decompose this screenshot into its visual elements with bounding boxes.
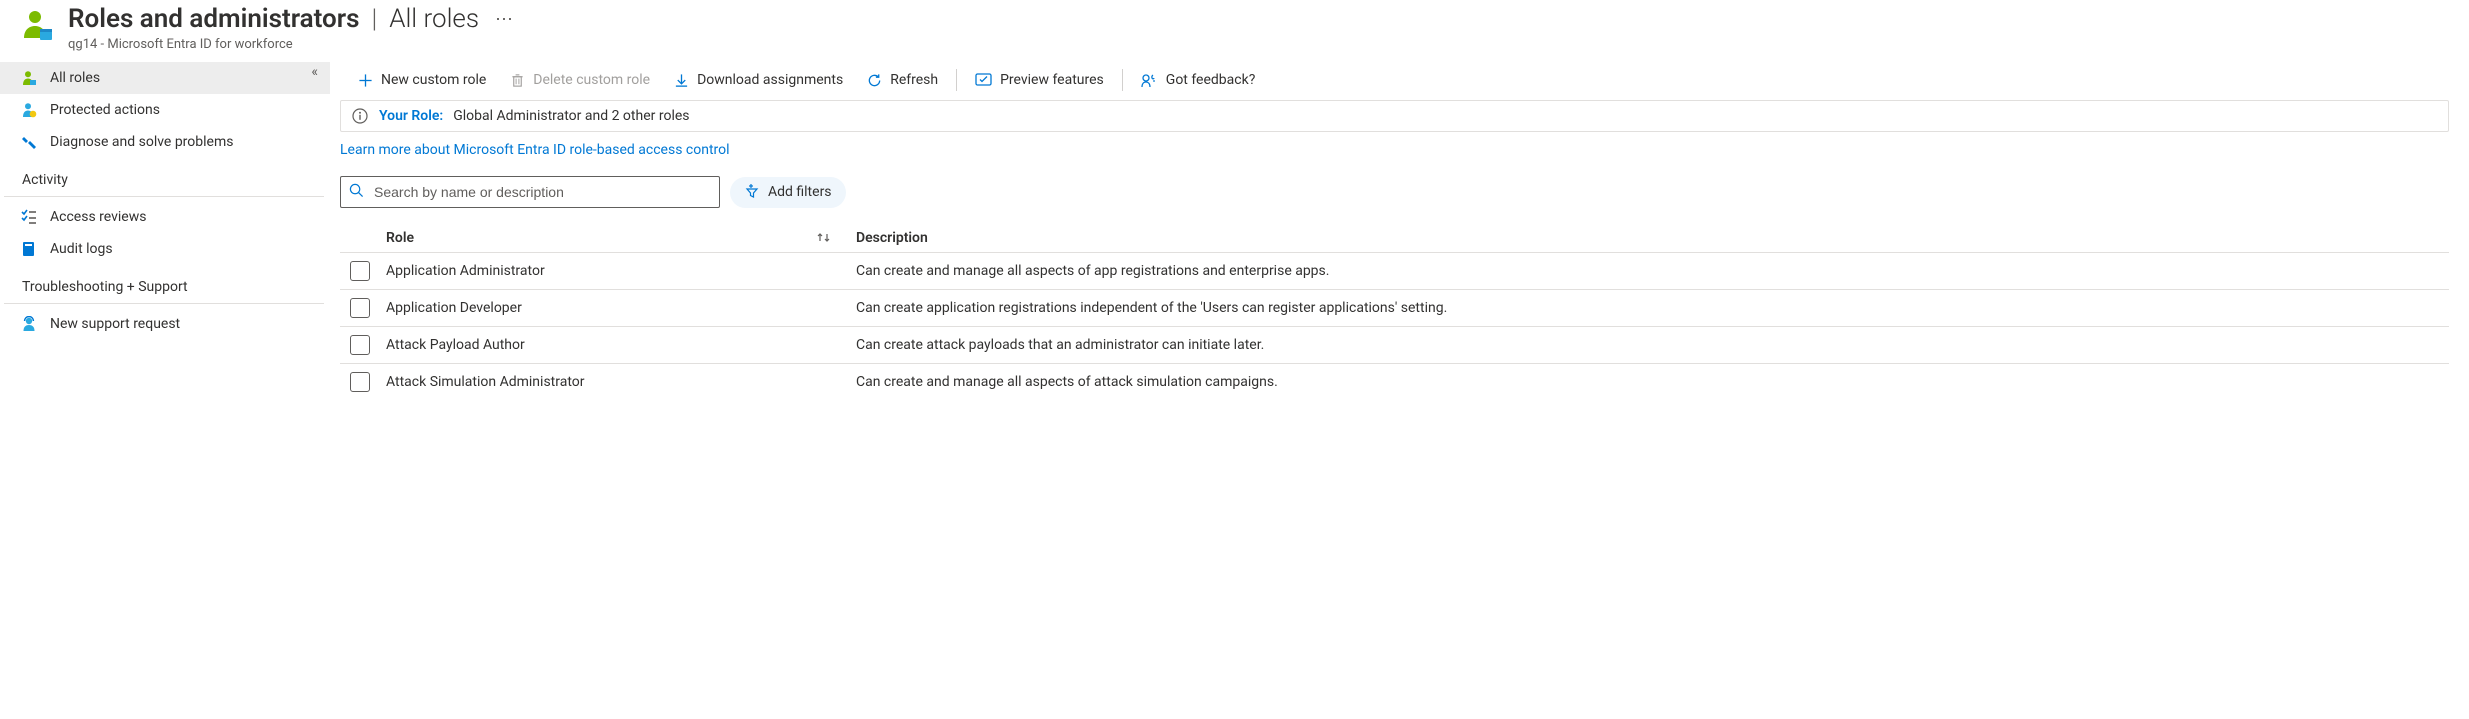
roles-table: Role Description Application Administrat…	[340, 224, 2449, 400]
row-checkbox[interactable]	[350, 335, 370, 355]
trash-icon	[510, 73, 525, 88]
more-actions-icon[interactable]: ⋯	[489, 9, 519, 31]
page-header: Roles and administrators | All roles ⋯ q…	[0, 0, 2469, 62]
table-row[interactable]: Application Developer Can create applica…	[340, 290, 2449, 327]
your-role-banner: Your Role: Global Administrator and 2 ot…	[340, 100, 2449, 132]
toolbar-label: Download assignments	[697, 72, 843, 88]
sidebar-item-label: Diagnose and solve problems	[50, 134, 233, 150]
download-icon	[674, 73, 689, 88]
sidebar-item-label: Protected actions	[50, 102, 160, 118]
column-header-role[interactable]: Role	[386, 230, 816, 246]
role-name-link[interactable]: Attack Simulation Administrator	[386, 374, 816, 390]
filter-icon	[744, 183, 760, 202]
checklist-icon	[20, 209, 38, 225]
table-row[interactable]: Attack Simulation Administrator Can crea…	[340, 364, 2449, 400]
sidebar-section-support: Troubleshooting + Support	[4, 265, 324, 304]
page-title: Roles and administrators	[68, 4, 359, 35]
role-name-link[interactable]: Application Developer	[386, 300, 816, 316]
person-icon	[20, 70, 38, 86]
your-role-value[interactable]: Global Administrator and 2 other roles	[453, 108, 689, 124]
info-icon	[351, 107, 369, 125]
delete-custom-role-button: Delete custom role	[498, 68, 662, 92]
sidebar-item-diagnose[interactable]: Diagnose and solve problems	[0, 126, 330, 158]
role-name-link[interactable]: Application Administrator	[386, 263, 816, 279]
row-checkbox[interactable]	[350, 298, 370, 318]
role-description: Can create application registrations ind…	[856, 300, 2449, 316]
sidebar-item-all-roles[interactable]: All roles	[0, 62, 330, 94]
sort-icon[interactable]	[816, 231, 856, 245]
role-description: Can create attack payloads that an admin…	[856, 337, 2449, 353]
toolbar-label: Preview features	[1000, 72, 1104, 88]
learn-more-link[interactable]: Learn more about Microsoft Entra ID role…	[340, 140, 730, 176]
collapse-sidebar-icon[interactable]: «	[311, 64, 318, 80]
role-description: Can create and manage all aspects of att…	[856, 374, 2449, 390]
title-separator: |	[371, 4, 377, 35]
refresh-button[interactable]: Refresh	[855, 68, 950, 92]
tenant-icon	[20, 8, 54, 46]
row-checkbox[interactable]	[350, 372, 370, 392]
got-feedback-button[interactable]: Got feedback?	[1129, 68, 1268, 92]
toolbar-separator	[956, 69, 957, 91]
toolbar-label: Got feedback?	[1166, 72, 1256, 88]
toolbar-label: Delete custom role	[533, 72, 650, 88]
table-row[interactable]: Attack Payload Author Can create attack …	[340, 327, 2449, 364]
refresh-icon	[867, 73, 882, 88]
search-input[interactable]	[372, 183, 711, 201]
toolbar-label: Refresh	[890, 72, 938, 88]
search-box[interactable]	[340, 176, 720, 208]
search-icon	[349, 183, 364, 202]
sidebar-item-access-reviews[interactable]: Access reviews	[0, 201, 330, 233]
row-checkbox[interactable]	[350, 261, 370, 281]
download-assignments-button[interactable]: Download assignments	[662, 68, 855, 92]
preview-features-button[interactable]: Preview features	[963, 68, 1116, 92]
toolbar-separator	[1122, 69, 1123, 91]
tenant-subtitle: qg14 - Microsoft Entra ID for workforce	[68, 37, 519, 52]
role-name-link[interactable]: Attack Payload Author	[386, 337, 816, 353]
toolbar-label: New custom role	[381, 72, 486, 88]
add-filters-label: Add filters	[768, 184, 832, 200]
sidebar-item-protected-actions[interactable]: Protected actions	[0, 94, 330, 126]
sidebar-item-label: All roles	[50, 70, 100, 86]
new-custom-role-button[interactable]: New custom role	[346, 68, 498, 92]
sidebar-item-new-support-request[interactable]: New support request	[0, 308, 330, 340]
sidebar-section-activity: Activity	[4, 158, 324, 197]
preview-icon	[975, 73, 992, 88]
sidebar-item-label: Access reviews	[50, 209, 146, 225]
role-description: Can create and manage all aspects of app…	[856, 263, 2449, 279]
plus-icon	[358, 73, 373, 88]
table-row[interactable]: Application Administrator Can create and…	[340, 253, 2449, 290]
shield-person-icon	[20, 102, 38, 118]
column-header-description[interactable]: Description	[856, 230, 2449, 246]
sidebar: « All roles Protected actions Diagnose a…	[0, 62, 330, 410]
sidebar-item-label: New support request	[50, 316, 180, 332]
sidebar-item-label: Audit logs	[50, 241, 113, 257]
page-title-context: All roles	[389, 4, 479, 35]
command-bar: New custom role Delete custom role Downl…	[340, 62, 2449, 100]
sidebar-item-audit-logs[interactable]: Audit logs	[0, 233, 330, 265]
support-person-icon	[20, 316, 38, 332]
wrench-icon	[20, 134, 38, 150]
your-role-label: Your Role:	[379, 108, 443, 124]
feedback-person-icon	[1141, 73, 1158, 88]
add-filters-button[interactable]: Add filters	[730, 177, 846, 208]
book-icon	[20, 241, 38, 257]
